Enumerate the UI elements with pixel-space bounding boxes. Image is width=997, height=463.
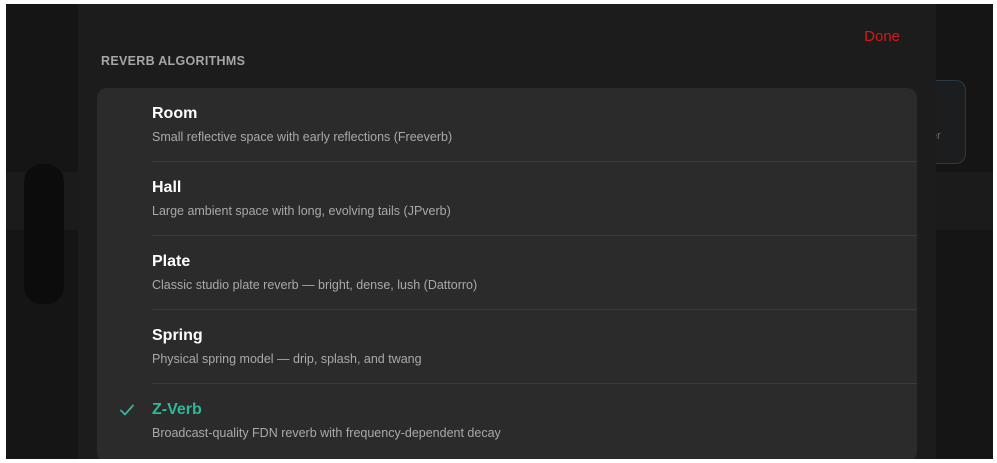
- algorithm-row-spring[interactable]: Spring Physical spring model — drip, spl…: [97, 310, 917, 384]
- algorithm-description: Large ambient space with long, evolving …: [152, 204, 451, 218]
- algorithm-name: Spring: [152, 327, 203, 344]
- algorithm-description: Physical spring model — drip, splash, an…: [152, 352, 422, 366]
- algorithm-row-plate[interactable]: Plate Classic studio plate reverb — brig…: [97, 236, 917, 310]
- algorithm-list: Room Small reflective space with early r…: [97, 88, 917, 459]
- algorithm-description: Classic studio plate reverb — bright, de…: [152, 278, 478, 292]
- checkmark-icon: [120, 404, 134, 416]
- algorithm-description: Broadcast-quality FDN reverb with freque…: [152, 426, 501, 440]
- algorithm-name: Hall: [152, 179, 182, 196]
- algorithm-row-z-verb[interactable]: Z-Verb Broadcast-quality FDN reverb with…: [97, 384, 917, 458]
- algorithm-row-room[interactable]: Room Small reflective space with early r…: [97, 88, 917, 162]
- algorithm-name: Room: [152, 105, 198, 122]
- algorithm-description: Small reflective space with early reflec…: [152, 130, 453, 144]
- algorithm-name: Z-Verb: [152, 401, 202, 418]
- background-slider-track: [24, 164, 64, 304]
- reverb-algorithm-sheet: Done REVERB ALGORITHMS Room Small reflec…: [78, 4, 936, 459]
- algorithm-row-hall[interactable]: Hall Large ambient space with long, evol…: [97, 162, 917, 236]
- done-button[interactable]: Done: [864, 28, 900, 45]
- algorithm-name: Plate: [152, 253, 191, 270]
- section-title: REVERB ALGORITHMS: [101, 54, 246, 68]
- app-screen: er Done REVERB ALGORITHMS Room Small ref…: [6, 4, 993, 459]
